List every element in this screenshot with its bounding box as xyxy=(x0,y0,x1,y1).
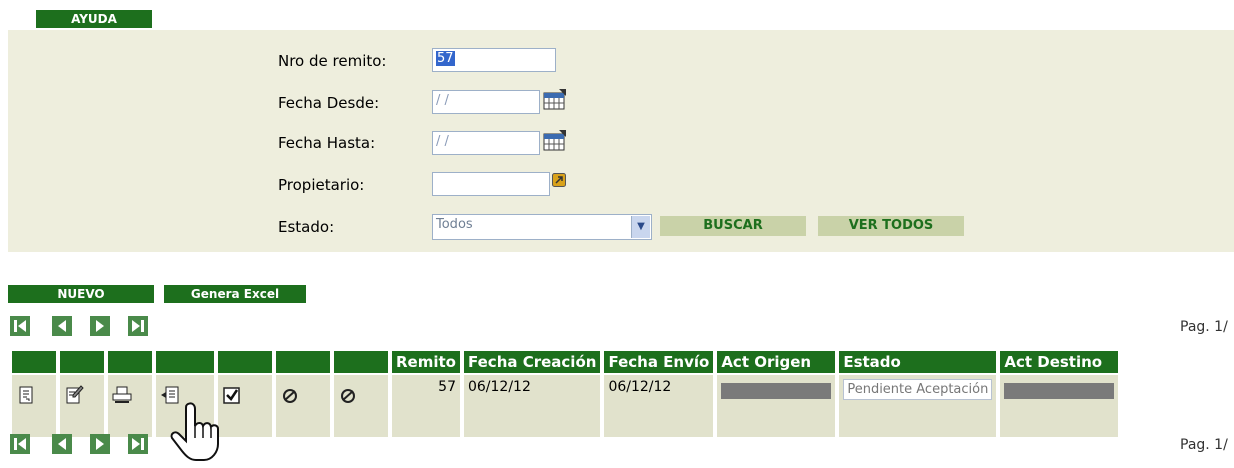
action-cell xyxy=(108,375,152,437)
page-indicator-top: Pag. 1/ xyxy=(1180,319,1228,335)
fecha-hasta-label: Fecha Hasta: xyxy=(278,134,376,152)
redacted-block xyxy=(1004,383,1115,399)
cancel-icon[interactable] xyxy=(280,385,300,405)
prev-page-icon[interactable] xyxy=(52,316,72,336)
remito-label: Nro de remito: xyxy=(278,52,387,70)
first-page-icon[interactable] xyxy=(10,434,30,454)
propietario-input[interactable] xyxy=(432,172,550,196)
edit-icon[interactable] xyxy=(64,385,84,405)
calendar-icon[interactable] xyxy=(542,129,568,151)
cell-act-destino xyxy=(1000,375,1119,437)
column-header-action-5 xyxy=(218,351,272,373)
nuevo-button[interactable]: NUEVO xyxy=(8,285,154,303)
view-document-icon[interactable] xyxy=(16,385,36,405)
table-header-row: Remito Fecha Creación Fecha Envío Act Or… xyxy=(12,351,1119,373)
action-cell xyxy=(12,375,56,437)
genera-excel-button[interactable]: Genera Excel xyxy=(164,285,306,303)
column-header-remito[interactable]: Remito xyxy=(392,351,460,373)
action-cell xyxy=(60,375,104,437)
estado-value: Pendiente Aceptación xyxy=(843,379,993,400)
estado-label: Estado: xyxy=(278,218,335,236)
action-cell xyxy=(334,375,388,437)
next-page-icon[interactable] xyxy=(90,316,110,336)
column-header-act-destino[interactable]: Act Destino xyxy=(1000,351,1119,373)
fecha-desde-input[interactable]: / / xyxy=(432,90,540,114)
fecha-hasta-input[interactable]: / / xyxy=(432,131,540,155)
first-page-icon[interactable] xyxy=(10,316,30,336)
last-page-icon[interactable] xyxy=(128,434,148,454)
column-header-fecha-envio[interactable]: Fecha Envío xyxy=(604,351,714,373)
column-header-action-2 xyxy=(60,351,104,373)
estado-selected-value: Todos xyxy=(436,217,473,232)
search-panel: Nro de remito: 57 Fecha Desde: / / Fecha… xyxy=(8,30,1234,252)
cell-estado: Pendiente Aceptación xyxy=(839,375,997,437)
remito-input[interactable]: 57 xyxy=(432,48,556,72)
hand-cursor-icon xyxy=(170,402,219,461)
column-header-fecha-creacion[interactable]: Fecha Creación xyxy=(463,351,601,373)
action-cell xyxy=(276,375,330,437)
cell-remito: 57 xyxy=(392,375,460,437)
cancel-icon[interactable] xyxy=(338,385,358,405)
estado-select[interactable]: Todos ▼ xyxy=(432,214,652,240)
column-header-action-4 xyxy=(156,351,214,373)
ver-todos-button[interactable]: VER TODOS xyxy=(818,216,964,236)
column-header-action-7 xyxy=(334,351,388,373)
remito-value: 57 xyxy=(436,51,455,66)
column-header-act-origen[interactable]: Act Origen xyxy=(717,351,836,373)
buscar-button[interactable]: BUSCAR xyxy=(660,216,806,236)
column-header-estado[interactable]: Estado xyxy=(839,351,997,373)
print-icon[interactable] xyxy=(112,385,132,405)
redacted-block xyxy=(721,383,832,399)
page-indicator-bottom: Pag. 1/ xyxy=(1180,437,1228,453)
propietario-label: Propietario: xyxy=(278,176,365,194)
last-page-icon[interactable] xyxy=(128,316,148,336)
next-page-icon[interactable] xyxy=(90,434,110,454)
help-button[interactable]: AYUDA xyxy=(36,10,152,28)
cell-fecha-envio: 06/12/12 xyxy=(604,375,714,437)
dropdown-arrow-icon[interactable]: ▼ xyxy=(631,216,650,238)
column-header-action-1 xyxy=(12,351,56,373)
column-header-action-3 xyxy=(108,351,152,373)
prev-page-icon[interactable] xyxy=(52,434,72,454)
calendar-icon[interactable] xyxy=(542,88,568,110)
lookup-icon[interactable] xyxy=(552,173,566,187)
column-header-action-6 xyxy=(276,351,330,373)
cell-act-origen xyxy=(717,375,836,437)
cell-fecha-creacion: 06/12/12 xyxy=(463,375,601,437)
fecha-desde-label: Fecha Desde: xyxy=(278,94,380,112)
